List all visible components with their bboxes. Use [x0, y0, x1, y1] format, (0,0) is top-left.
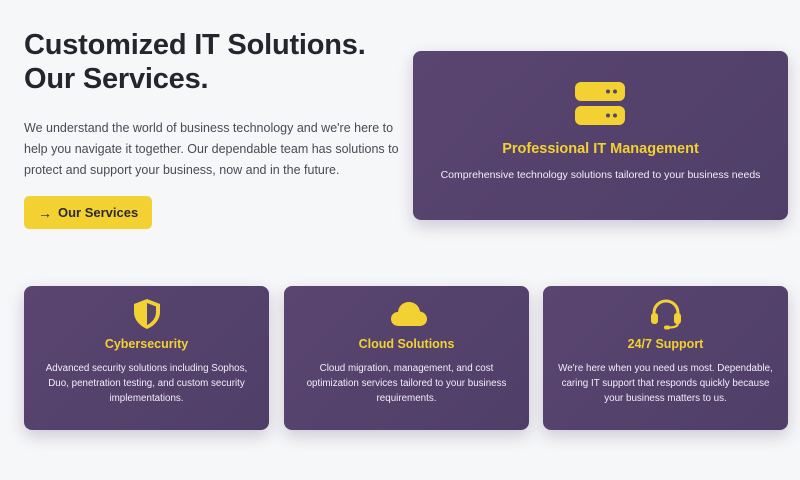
service-title: Cybersecurity: [104, 337, 189, 351]
cloud-icon: [390, 298, 427, 330]
service-description: Cloud migration, management, and cost op…: [306, 363, 507, 404]
arrow-right-icon: →: [38, 204, 52, 221]
service-title: Cloud Solutions: [358, 337, 455, 351]
service-card-cloud[interactable]: Cloud Solutions Cloud migration, managem…: [284, 286, 529, 430]
title-line-1: Customized IT Solutions.: [24, 29, 366, 61]
hero-section: Customized IT Solutions. Our Services. W…: [24, 28, 404, 229]
service-description: Advanced security solutions including So…: [45, 363, 248, 404]
headset-icon: [649, 298, 683, 330]
page-title: Customized IT Solutions. Our Services.: [24, 28, 404, 96]
service-title: 24/7 Support: [627, 337, 704, 351]
title-line-2: Our Services.: [24, 63, 209, 95]
featured-title: Professional IT Management: [502, 141, 699, 157]
our-services-button[interactable]: → Our Services: [24, 196, 153, 229]
service-card-support[interactable]: 24/7 Support We're here when you need us…: [543, 286, 788, 430]
service-description: We're here when you need us most. Depend…: [558, 363, 773, 404]
featured-card[interactable]: Professional IT Management Comprehensive…: [413, 51, 788, 220]
server-icon: [575, 82, 625, 126]
featured-description: Comprehensive technology solutions tailo…: [440, 169, 761, 181]
service-card-cybersecurity[interactable]: Cybersecurity Advanced security solution…: [24, 286, 269, 430]
our-services-label: Our Services: [58, 205, 139, 220]
hero-description: We understand the world of business tech…: [24, 121, 399, 177]
shield-icon: [130, 298, 164, 330]
